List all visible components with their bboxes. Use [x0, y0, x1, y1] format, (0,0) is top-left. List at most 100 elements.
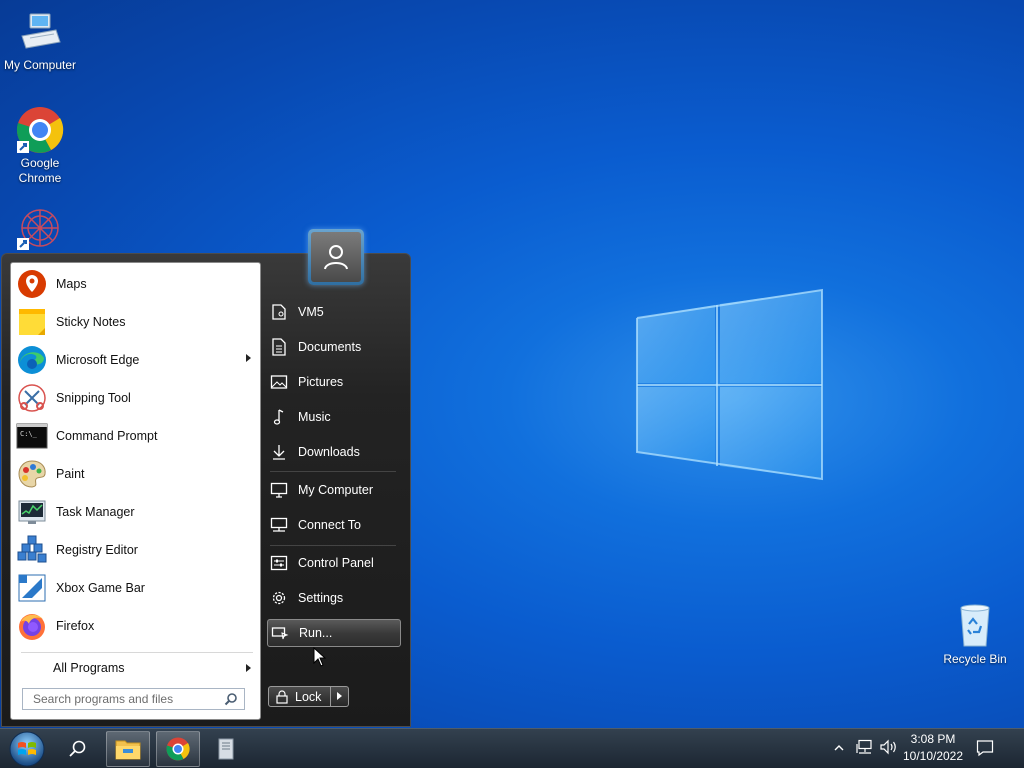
maps-icon — [16, 268, 48, 300]
program-label: Firefox — [56, 619, 95, 633]
program-label: Sticky Notes — [56, 315, 126, 329]
xbox-icon — [16, 572, 48, 604]
program-microsoft-edge[interactable]: Microsoft Edge — [13, 341, 259, 379]
program-registry-editor[interactable]: Registry Editor — [13, 531, 259, 569]
control-panel-icon — [270, 555, 288, 571]
program-label: Maps — [56, 277, 87, 291]
programs-pane: Maps Sticky Notes Microsoft Edge Snippin… — [10, 262, 261, 720]
program-sticky-notes[interactable]: Sticky Notes — [13, 303, 259, 341]
right-item-label: VM5 — [298, 305, 324, 319]
user-folder-icon — [272, 304, 286, 320]
registry-icon — [16, 534, 48, 566]
search-placeholder: Search programs and files — [33, 692, 174, 706]
lock-button[interactable]: Lock — [268, 686, 349, 707]
right-item-label: Downloads — [298, 445, 360, 459]
snipping-tool-icon — [16, 382, 48, 414]
divider — [21, 652, 253, 653]
lock-main[interactable]: Lock — [268, 686, 331, 707]
start-button[interactable] — [4, 731, 50, 767]
search-icon — [224, 693, 237, 706]
program-label: Command Prompt — [56, 429, 158, 443]
program-task-manager[interactable]: Task Manager — [13, 493, 259, 531]
desktop-icon-my-computer[interactable]: My Computer — [0, 8, 80, 73]
right-item-pictures[interactable]: Pictures — [267, 368, 401, 396]
program-maps[interactable]: Maps — [13, 265, 259, 303]
right-item-settings[interactable]: Settings — [267, 584, 401, 612]
right-item-control-panel[interactable]: Control Panel — [267, 549, 401, 577]
right-item-downloads[interactable]: Downloads — [267, 438, 401, 466]
volume-icon[interactable] — [879, 739, 899, 755]
desktop-icon-label: Recycle Bin — [943, 652, 1007, 666]
show-hidden-icons-chevron-icon[interactable] — [834, 743, 844, 753]
notification-center-icon[interactable] — [976, 739, 994, 757]
clock-time: 3:08 PM — [910, 732, 956, 746]
document-app-icon — [218, 738, 234, 760]
lock-options-arrow[interactable] — [331, 686, 349, 707]
right-item-label: Music — [298, 410, 331, 424]
chrome-icon — [166, 737, 190, 761]
search-icon — [69, 740, 86, 757]
taskbar-chrome[interactable] — [156, 731, 200, 767]
pictures-icon — [270, 375, 288, 389]
connect-icon — [270, 517, 288, 532]
submenu-arrow-icon — [246, 354, 251, 362]
right-item-documents[interactable]: Documents — [267, 333, 401, 361]
clock-date: 10/10/2022 — [902, 749, 964, 763]
mouse-cursor-icon — [313, 647, 327, 667]
program-paint[interactable]: Paint — [13, 455, 259, 493]
sticky-notes-icon — [16, 306, 48, 338]
taskbar-app[interactable] — [204, 731, 248, 767]
right-item-label: Run... — [299, 626, 333, 640]
right-item-run[interactable]: Run... — [267, 619, 401, 647]
music-icon — [273, 409, 284, 425]
edge-icon — [16, 344, 48, 376]
desktop-icon-app-shortcut[interactable] — [0, 206, 80, 256]
chrome-icon — [16, 106, 64, 154]
all-programs-button[interactable]: All Programs — [13, 654, 259, 682]
folder-icon — [115, 740, 141, 760]
program-label: Xbox Game Bar — [56, 581, 145, 595]
settings-icon — [272, 591, 286, 605]
lock-label: Lock — [295, 689, 322, 704]
right-item-my-computer[interactable]: My Computer — [267, 476, 401, 504]
program-label: Paint — [56, 467, 85, 481]
cmd-icon: C:\_ — [16, 420, 48, 452]
paint-icon — [16, 458, 48, 490]
app-shortcut-icon — [16, 206, 64, 254]
right-item-connect-to[interactable]: Connect To — [267, 511, 401, 539]
program-firefox[interactable]: Firefox — [13, 607, 259, 645]
right-item-label: Pictures — [298, 375, 344, 389]
user-icon — [324, 245, 348, 270]
taskbar-search-button[interactable] — [56, 731, 100, 767]
right-item-label: Connect To — [298, 518, 362, 532]
program-snipping-tool[interactable]: Snipping Tool — [13, 379, 259, 417]
user-avatar[interactable] — [308, 229, 364, 285]
program-label: Microsoft Edge — [56, 353, 140, 367]
svg-text:C:\_: C:\_ — [20, 430, 38, 438]
taskbar: 3:08 PM 10/10/2022 — [0, 728, 1024, 768]
right-item-label: Documents — [298, 340, 362, 354]
firefox-icon — [16, 610, 48, 642]
program-command-prompt[interactable]: C:\_ Command Prompt — [13, 417, 259, 455]
run-icon — [271, 627, 289, 640]
desktop-icon-recycle-bin[interactable]: Recycle Bin — [935, 602, 1015, 667]
system-clock[interactable]: 3:08 PM 10/10/2022 — [900, 731, 966, 765]
computer-icon — [270, 482, 288, 498]
taskbar-file-explorer[interactable] — [106, 731, 150, 767]
search-input[interactable]: Search programs and files — [22, 688, 245, 710]
program-label: Task Manager — [56, 505, 135, 519]
program-label: Registry Editor — [56, 543, 138, 557]
right-item-label: Control Panel — [298, 556, 374, 570]
desktop-icon-google-chrome[interactable]: Google Chrome — [0, 106, 80, 186]
right-item-music[interactable]: Music — [267, 403, 401, 431]
desktop-icon-label: Google Chrome — [18, 156, 62, 185]
network-icon[interactable] — [856, 739, 874, 755]
all-programs-label: All Programs — [53, 661, 125, 675]
program-label: Snipping Tool — [56, 391, 131, 405]
divider — [270, 471, 396, 472]
chevron-right-icon — [246, 664, 251, 672]
right-item-vm5[interactable]: VM5 — [267, 298, 401, 326]
program-xbox-game-bar[interactable]: Xbox Game Bar — [13, 569, 259, 607]
divider — [270, 545, 396, 546]
recycle-bin-icon — [951, 602, 999, 650]
